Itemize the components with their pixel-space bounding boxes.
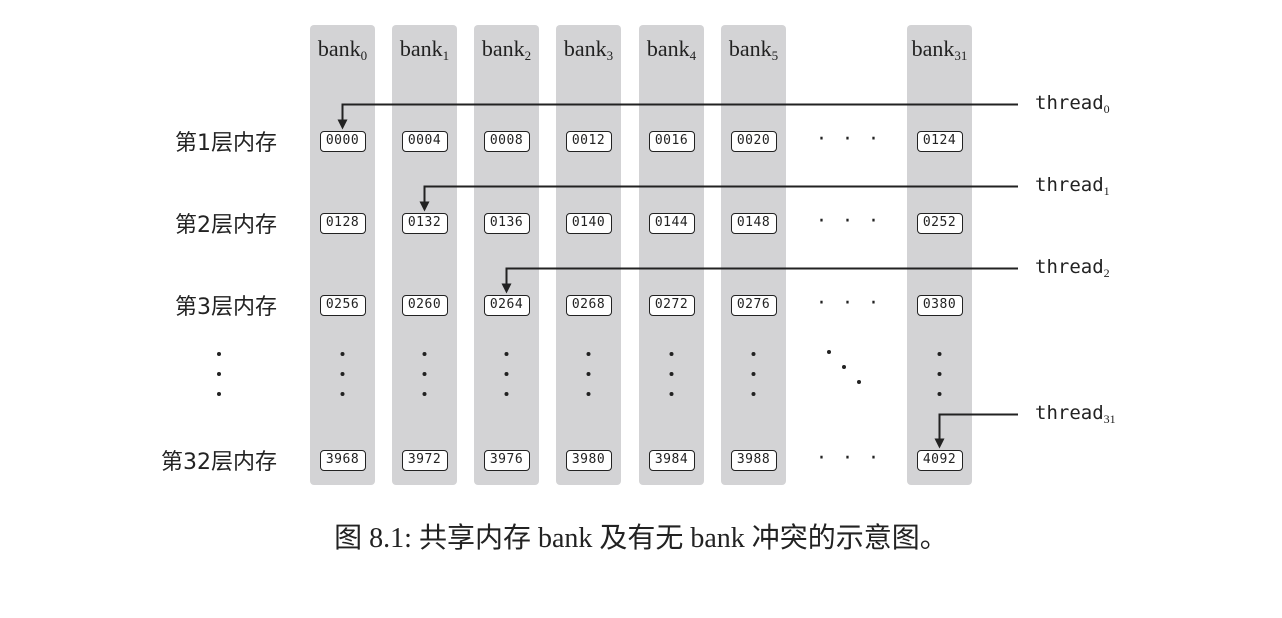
vertical-ellipsis-dot [422,392,427,396]
vertical-ellipsis-dot [751,392,756,396]
arrow-head [501,283,512,294]
vertical-ellipsis-dot [504,392,509,396]
vertical-ellipsis-dot [504,372,509,376]
vertical-ellipsis-dot [422,352,427,356]
vertical-ellipsis-dot [217,352,221,356]
vertical-ellipsis-dot [669,352,674,356]
vertical-ellipsis-dot [937,372,942,376]
vertical-ellipsis-dot [504,352,509,356]
vertical-ellipsis-dot [937,352,942,356]
figure-caption: 图 8.1: 共享内存 bank 及有无 bank 冲突的示意图。 [334,523,948,554]
thread-arrow-line [505,267,1018,292]
diagonal-ellipsis-dot [842,365,846,369]
thread-arrow-line [938,413,1018,447]
vertical-ellipsis-dot [340,372,345,376]
arrow-head [419,201,430,212]
vertical-ellipsis-dot [669,392,674,396]
vertical-ellipsis-dot [586,372,591,376]
vertical-ellipsis-dot [751,372,756,376]
arrow-head [934,438,945,449]
vertical-ellipsis-dot [422,372,427,376]
diagonal-ellipsis-dot [857,380,861,384]
vertical-ellipsis-dot [751,352,756,356]
arrow-head [337,119,348,130]
vertical-ellipsis-dot [669,372,674,376]
vertical-ellipsis-dot [217,372,221,376]
vertical-ellipsis-dot [937,392,942,396]
vertical-ellipsis-dot [340,392,345,396]
diagonal-ellipsis-dot [827,350,831,354]
vertical-ellipsis-dot [340,352,345,356]
thread-arrow-line [341,103,1018,128]
vertical-ellipsis-dot [586,352,591,356]
vertical-ellipsis-dot [217,392,221,396]
thread-arrow-line [423,185,1018,210]
vertical-ellipsis-dot [586,392,591,396]
